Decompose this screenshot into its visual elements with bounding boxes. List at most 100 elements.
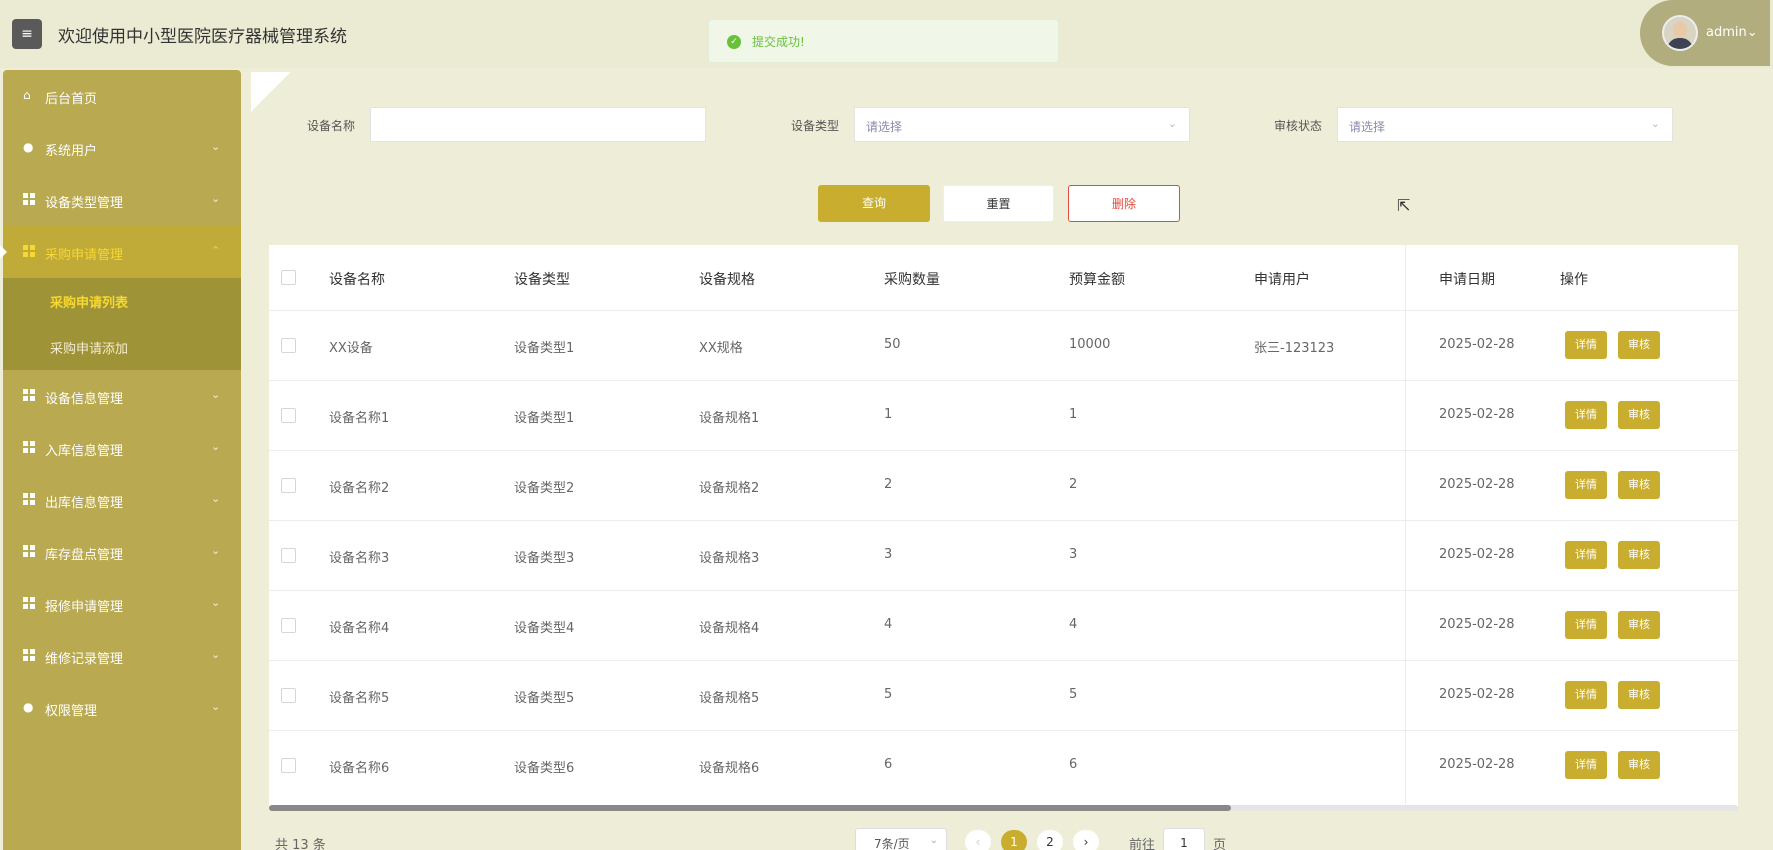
table-header-row: 设备名称 设备类型 设备规格 采购数量 预算金额 申请用户 申请日期 操作 [269,245,1738,311]
app-title: 欢迎使用中小型医院医疗器械管理系统 [58,27,347,47]
sidebar-item-repair-records[interactable]: 维修记录管理 ⌄ [3,630,241,682]
detail-button[interactable]: 详情 [1565,751,1607,779]
delete-button[interactable]: 删除 [1068,185,1180,222]
cell-apply-date: 2025-02-28 [1439,337,1515,352]
chevron-down-icon[interactable]: ⌄ [1747,25,1758,40]
audit-button[interactable]: 审核 [1618,751,1660,779]
detail-button[interactable]: 详情 [1565,611,1607,639]
chevron-down-icon: ⌄ [211,440,221,453]
page-size-select[interactable]: 7条/页 ⌄ [855,828,947,850]
sidebar-item-stock-out[interactable]: 出库信息管理 ⌄ [3,474,241,526]
column-header[interactable]: 设备规格 [699,269,755,289]
subnav-purchase-add[interactable]: 采购申请添加 [50,338,128,357]
row-checkbox[interactable] [281,408,296,423]
column-header[interactable]: 设备类型 [514,269,570,289]
detail-button[interactable]: 详情 [1565,401,1607,429]
column-header[interactable]: 预算金额 [1069,269,1125,289]
page-2-button[interactable]: 2 [1037,830,1063,850]
sidebar-item-device-info[interactable]: 设备信息管理 ⌄ [3,370,241,422]
chevron-down-icon: ⌄ [211,140,221,153]
detail-button[interactable]: 详情 [1565,471,1607,499]
column-header[interactable]: 采购数量 [884,269,940,289]
table-row[interactable]: 设备名称6 设备类型6 设备规格6 6 6 2025-02-28 详情 审核 [269,731,1738,801]
audit-button[interactable]: 审核 [1618,331,1660,359]
cell-budget: 1 [1069,407,1078,422]
cell-device-spec: 设备规格6 [699,761,760,776]
cell-budget: 2 [1069,477,1078,492]
row-checkbox[interactable] [281,548,296,563]
prev-page-button[interactable]: ‹ [965,830,991,850]
row-checkbox[interactable] [281,618,296,633]
device-type-select[interactable]: 请选择 ⌄ [854,107,1190,142]
row-checkbox[interactable] [281,758,296,773]
cell-quantity: 6 [884,757,893,772]
sidebar-item-permissions[interactable]: ● 权限管理 ⌄ [3,682,241,734]
sidebar-item-stock-in[interactable]: 入库信息管理 ⌄ [3,422,241,474]
user-name[interactable]: admin [1706,25,1747,40]
query-button[interactable]: 查询 [818,185,930,222]
table-row[interactable]: 设备名称5 设备类型5 设备规格5 5 5 2025-02-28 详情 审核 [269,661,1738,731]
user-icon: ● [23,700,34,714]
user-menu[interactable]: admin⌄ [1640,0,1770,66]
table-row[interactable]: XX设备 设备类型1 XX规格 50 10000 张三-123123 2025-… [269,311,1738,381]
hamburger-icon[interactable]: ≡ [12,19,42,49]
cell-device-name: 设备名称4 [329,621,390,636]
detail-button[interactable]: 详情 [1565,541,1607,569]
avatar[interactable] [1662,15,1698,51]
table-row[interactable]: 设备名称3 设备类型3 设备规格3 3 3 2025-02-28 详情 审核 [269,521,1738,591]
select-all-checkbox[interactable] [281,270,296,285]
chevron-down-icon: ⌄ [211,192,221,205]
next-page-button[interactable]: › [1073,830,1099,850]
audit-button[interactable]: 审核 [1618,611,1660,639]
cell-device-spec: 设备规格4 [699,621,760,636]
table-row[interactable]: 设备名称1 设备类型1 设备规格1 1 1 2025-02-28 详情 审核 [269,381,1738,451]
sidebar-item-dashboard[interactable]: ⌂ 后台首页 [3,70,241,122]
cell-device-name: 设备名称2 [329,481,390,496]
row-checkbox[interactable] [281,478,296,493]
audit-button[interactable]: 审核 [1618,401,1660,429]
reset-button[interactable]: 重置 [943,185,1054,222]
sidebar-item-system-users[interactable]: ● 系统用户 ⌄ [3,122,241,174]
table-row[interactable]: 设备名称4 设备类型4 设备规格4 4 4 2025-02-28 详情 审核 [269,591,1738,661]
sidebar-item-device-types[interactable]: 设备类型管理 ⌄ [3,174,241,226]
goto-page-input[interactable]: 1 [1163,828,1205,850]
device-name-input[interactable] [370,107,706,142]
column-header[interactable]: 申请用户 [1254,269,1310,289]
sidebar-item-label: 设备信息管理 [45,392,124,407]
cell-device-type: 设备类型2 [514,481,575,496]
detail-button[interactable]: 详情 [1565,331,1607,359]
column-header[interactable]: 申请日期 [1439,269,1495,289]
grid-icon [23,493,36,506]
cell-budget: 4 [1069,617,1078,632]
cell-device-type: 设备类型5 [514,691,575,706]
audit-button[interactable]: 审核 [1618,681,1660,709]
sidebar-item-label: 系统用户 [45,144,98,159]
page-1-button[interactable]: 1 [1001,830,1027,850]
sidebar-item-label: 库存盘点管理 [45,548,124,563]
subnav-purchase-list[interactable]: 采购申请列表 [50,292,128,311]
sidebar-item-purchase-requests[interactable]: 采购申请管理 ⌃ [0,226,241,278]
detail-button[interactable]: 详情 [1565,681,1607,709]
cell-device-spec: 设备规格1 [699,411,760,426]
audit-status-select[interactable]: 请选择 ⌄ [1337,107,1673,142]
sidebar-item-repair-requests[interactable]: 报修申请管理 ⌄ [3,578,241,630]
page-size-value: 7条/页 [874,837,910,850]
cell-device-name: XX设备 [329,341,373,356]
chevron-down-icon: ⌄ [1650,117,1660,130]
table-row[interactable]: 设备名称2 设备类型2 设备规格2 2 2 2025-02-28 详情 审核 [269,451,1738,521]
row-checkbox[interactable] [281,338,296,353]
horizontal-scrollbar[interactable] [269,805,1738,811]
purchase-request-table: 设备名称 设备类型 设备规格 采购数量 预算金额 申请用户 申请日期 操作 XX… [269,245,1738,807]
sidebar-item-inventory-count[interactable]: 库存盘点管理 ⌄ [3,526,241,578]
audit-button[interactable]: 审核 [1618,471,1660,499]
scrollbar-thumb[interactable] [269,805,1231,811]
audit-button[interactable]: 审核 [1618,541,1660,569]
chevron-up-icon: ⌃ [211,244,221,257]
cell-device-name: 设备名称1 [329,411,390,426]
cell-quantity: 1 [884,407,893,422]
cell-apply-date: 2025-02-28 [1439,477,1515,492]
column-header[interactable]: 设备名称 [329,269,385,289]
row-checkbox[interactable] [281,688,296,703]
cell-apply-date: 2025-02-28 [1439,617,1515,632]
chevron-down-icon: ⌄ [211,544,221,557]
